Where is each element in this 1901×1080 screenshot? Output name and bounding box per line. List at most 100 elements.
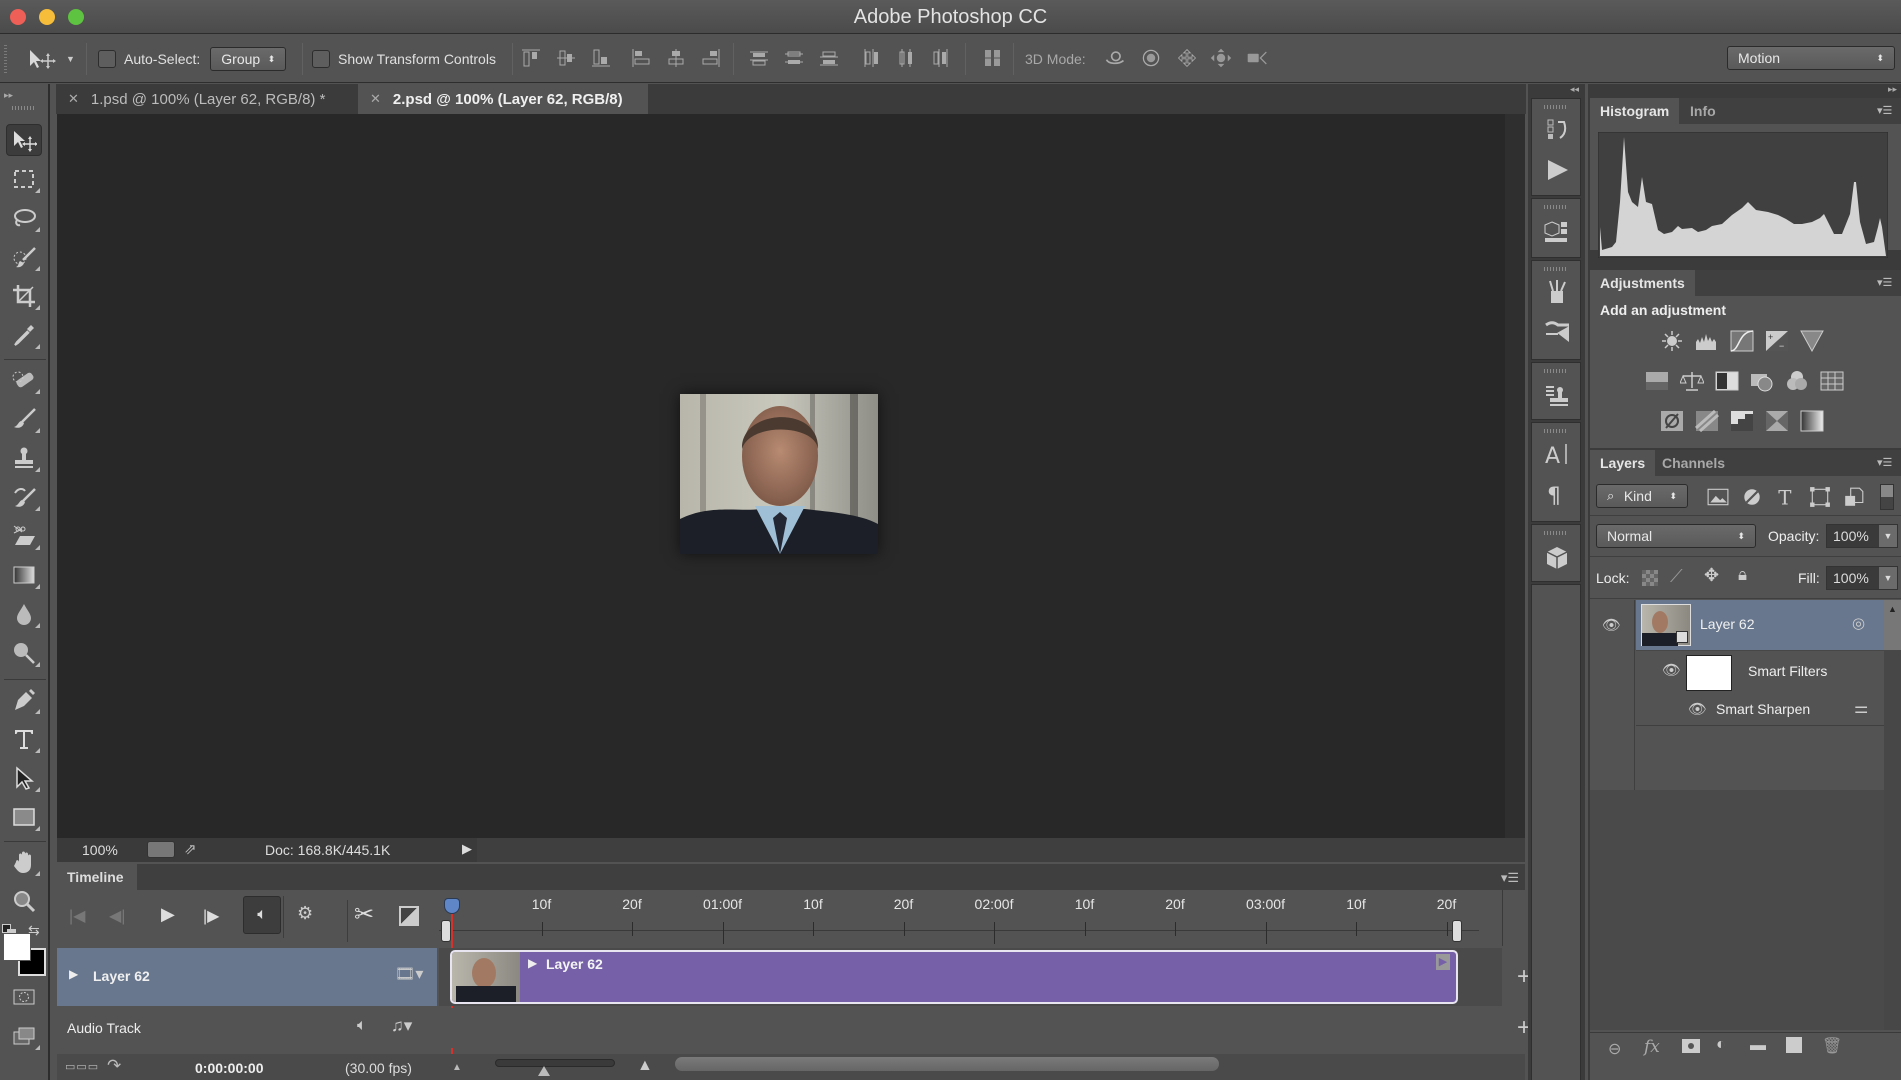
path-selection-tool[interactable] <box>6 762 42 794</box>
eraser-tool[interactable] <box>6 520 42 552</box>
zoom-out-mountain-icon[interactable]: ▲ <box>452 1062 462 1073</box>
history-brush-tool[interactable] <box>6 481 42 513</box>
lock-image-pixels-icon[interactable]: ⟋ <box>1670 566 1683 587</box>
brush-tool[interactable] <box>6 403 42 435</box>
convert-icon[interactable]: ↷ <box>107 1056 121 1076</box>
align-vertical-centers-button[interactable] <box>555 47 577 69</box>
filter-toggle-switch[interactable] <box>1880 484 1894 510</box>
new-group-folder-icon[interactable]: ▬ <box>1750 1037 1766 1055</box>
chevron-down-icon[interactable]: ▼ <box>1879 525 1897 547</box>
layer-row-smart-sharpen[interactable]: 👁︎ Smart Sharpen ⚌ <box>1636 692 1884 726</box>
healing-brush-tool[interactable] <box>6 364 42 396</box>
move-tool[interactable] <box>6 124 42 156</box>
mute-audio-icon[interactable]: 🔈︎ <box>357 1017 367 1035</box>
lock-position-icon[interactable]: ✥ <box>1704 565 1719 586</box>
chevron-down-icon[interactable]: ▼ <box>1879 567 1897 589</box>
paragraph-panel-icon[interactable]: ¶ <box>1544 481 1570 509</box>
quick-selection-tool[interactable] <box>6 241 42 273</box>
new-layer-icon[interactable] <box>1786 1037 1802 1053</box>
opacity-value[interactable]: 100% <box>1827 525 1879 547</box>
track-header-audio[interactable]: Audio Track 🔈︎ ♫▾ <box>57 1008 437 1048</box>
auto-select-checkbox[interactable] <box>98 50 116 68</box>
hue-saturation-icon[interactable] <box>1645 370 1669 392</box>
play-icon[interactable]: ▶ <box>161 904 175 925</box>
vertical-scrollbar[interactable] <box>1505 114 1525 838</box>
current-timecode[interactable]: 0:00:00:00 <box>195 1060 264 1076</box>
zoom-window-button[interactable] <box>68 9 84 25</box>
3d-properties-icon[interactable] <box>1544 219 1570 245</box>
auto-select-target-dropdown[interactable]: Group ⬍ <box>210 47 287 71</box>
split-scissors-icon[interactable]: ✂ <box>354 900 374 929</box>
transition-icon[interactable] <box>399 906 419 926</box>
collapse-dock-icon[interactable]: ◂◂ <box>1570 84 1579 95</box>
panel-menu-icon[interactable]: ▾☰ <box>1877 276 1897 290</box>
3d-cube-icon[interactable] <box>1544 545 1570 571</box>
document-tab-active[interactable]: ✕ 2.psd @ 100% (Layer 62, RGB/8) <box>358 84 648 114</box>
3d-camera-icon[interactable] <box>1246 47 1272 69</box>
marquee-tool[interactable] <box>6 163 42 195</box>
fill-value[interactable]: 100% <box>1827 567 1879 589</box>
distribute-top-button[interactable] <box>748 47 770 69</box>
curves-icon[interactable] <box>1730 330 1754 352</box>
foreground-color-swatch[interactable] <box>3 933 31 961</box>
distribute-right-button[interactable] <box>930 47 952 69</box>
fill-field[interactable]: 100% ▼ <box>1826 566 1898 590</box>
actions-play-icon[interactable] <box>1544 157 1570 183</box>
gpu-icon[interactable] <box>147 841 175 858</box>
distribute-horizontal-centers-button[interactable] <box>895 47 917 69</box>
document-tab[interactable]: ✕ 1.psd @ 100% (Layer 62, RGB/8) * <box>56 84 356 114</box>
expand-toolbox-icon[interactable]: ▸▸ <box>4 90 13 101</box>
layers-scrollbar[interactable]: ▲ <box>1884 600 1901 650</box>
gradient-tool[interactable] <box>6 559 42 591</box>
crop-tool[interactable] <box>6 280 42 312</box>
frame-animation-icon[interactable]: ▭▭▭ <box>65 1060 99 1073</box>
posterize-icon[interactable] <box>1694 409 1719 433</box>
layer-name[interactable]: Layer 62 <box>1700 616 1754 632</box>
opacity-field[interactable]: 100% ▼ <box>1826 524 1898 548</box>
filter-name[interactable]: Smart Sharpen <box>1716 701 1810 717</box>
panel-menu-icon[interactable]: ▾☰ <box>1877 104 1897 118</box>
screen-mode-button[interactable] <box>6 1020 42 1052</box>
status-menu-arrow-icon[interactable]: ▶ <box>462 841 472 857</box>
character-panel-icon[interactable]: A <box>1544 441 1570 469</box>
timeline-zoom-slider[interactable] <box>495 1059 615 1076</box>
first-frame-icon[interactable]: |◀ <box>69 906 85 926</box>
close-window-button[interactable] <box>10 9 26 25</box>
close-tab-icon[interactable]: ✕ <box>370 91 381 107</box>
document-image[interactable] <box>680 394 878 554</box>
align-top-edges-button[interactable] <box>520 47 542 69</box>
music-note-icon[interactable]: ♫▾ <box>391 1016 412 1036</box>
add-mask-icon[interactable] <box>1682 1039 1700 1053</box>
align-bottom-edges-button[interactable] <box>590 47 612 69</box>
visibility-eye-icon[interactable]: 👁︎ <box>1688 700 1707 718</box>
filter-shape-icon[interactable] <box>1808 486 1830 507</box>
share-icon[interactable]: ⇗ <box>184 840 197 858</box>
blending-options-icon[interactable]: ⚌ <box>1854 698 1868 718</box>
selective-color-icon[interactable] <box>1765 410 1789 432</box>
work-area-end-handle[interactable] <box>1452 920 1462 942</box>
quick-mask-button[interactable] <box>6 981 42 1013</box>
layer-row-selected[interactable]: Layer 62 ◎ <box>1636 600 1884 650</box>
tab-channels[interactable]: Channels <box>1652 450 1735 476</box>
color-lookup-icon[interactable] <box>1820 370 1844 392</box>
next-frame-icon[interactable]: |▶ <box>203 906 219 926</box>
align-horizontal-centers-button[interactable] <box>665 47 687 69</box>
distribute-bottom-button[interactable] <box>818 47 840 69</box>
zoom-slider-thumb[interactable] <box>538 1066 550 1076</box>
link-layers-icon[interactable]: ⊖ <box>1608 1039 1621 1059</box>
time-ruler[interactable]: 10f 20f 01:00f 10f 20f 02:00f 10f 20f 03:00f 10f 2… <box>439 890 1525 946</box>
track-header-layer[interactable]: ▶ Layer 62 🎞︎▾ <box>57 948 437 1006</box>
expand-track-icon[interactable]: ▶ <box>69 967 78 981</box>
workspace-dropdown[interactable]: Motion ⬍ <box>1727 46 1895 70</box>
dodge-tool[interactable] <box>6 637 42 669</box>
filter-pixel-icon[interactable] <box>1706 486 1729 506</box>
timeline-horizontal-scrollbar[interactable] <box>675 1057 1219 1071</box>
black-white-icon[interactable] <box>1715 370 1739 392</box>
invert-icon[interactable] <box>1660 410 1684 432</box>
exposure-icon[interactable]: + − <box>1765 330 1789 352</box>
pen-tool[interactable] <box>6 684 42 716</box>
tab-adjustments[interactable]: Adjustments <box>1590 270 1695 296</box>
brush-settings-icon[interactable] <box>1544 319 1570 345</box>
lasso-tool[interactable] <box>6 202 42 234</box>
lock-all-icon[interactable]: 🔒︎ <box>1738 565 1747 585</box>
